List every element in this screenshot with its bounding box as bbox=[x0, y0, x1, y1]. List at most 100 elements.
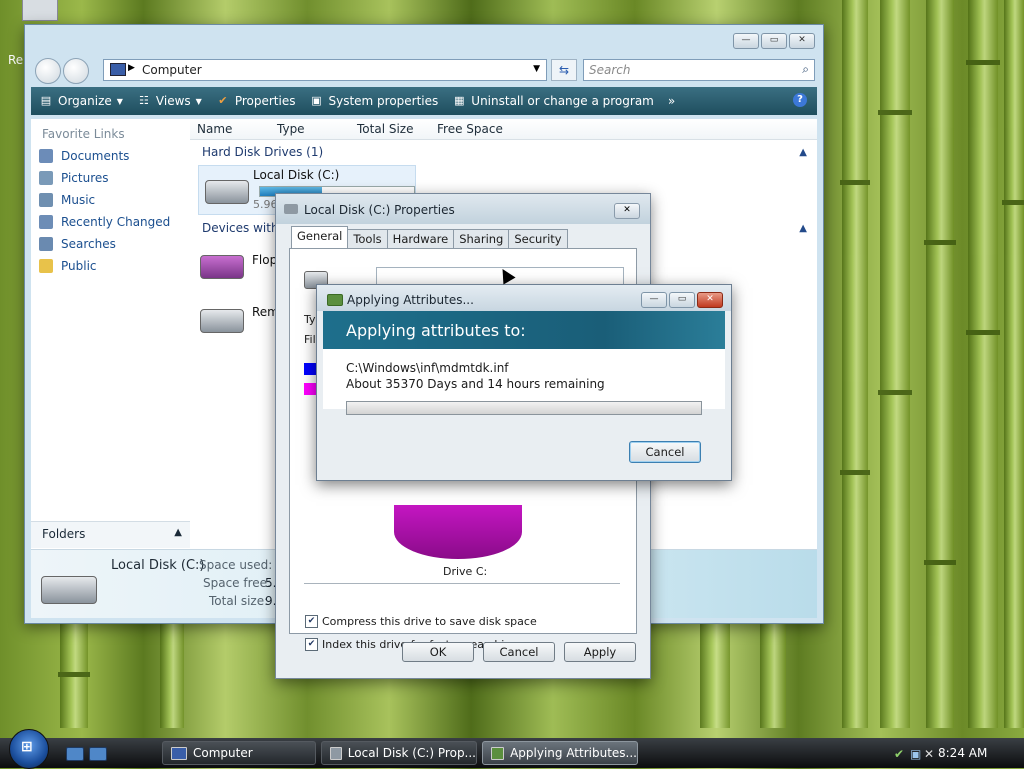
searches-icon bbox=[39, 237, 53, 251]
collapse-icon[interactable]: ▲ bbox=[799, 223, 807, 234]
security-icon[interactable]: ✔ bbox=[894, 747, 904, 761]
uninstall-label: Uninstall or change a program bbox=[471, 94, 654, 108]
window-controls: — ▭ ✕ bbox=[733, 33, 815, 49]
collapse-icon[interactable]: ▲ bbox=[799, 147, 807, 158]
nav-item-music[interactable]: Music bbox=[39, 193, 95, 207]
nav-item-searches[interactable]: Searches bbox=[39, 237, 116, 251]
command-bar: ▤ Organize ▼ ☷ Views ▼ ✔ Properties ▣ Sy… bbox=[31, 87, 817, 115]
applying-body: C:\Windows\inf\mdmtdk.inf About 35370 Da… bbox=[323, 349, 725, 415]
properties-button[interactable]: ✔ Properties bbox=[216, 94, 296, 108]
hard-drive-icon bbox=[41, 576, 97, 604]
refresh-icon[interactable]: ⇆ bbox=[551, 59, 577, 81]
taskbar-item-applying[interactable]: Applying Attributes... bbox=[482, 741, 638, 765]
forward-button[interactable] bbox=[63, 58, 89, 84]
properties-title: Local Disk (C:) Properties bbox=[304, 203, 455, 217]
system-properties-button[interactable]: ▣ System properties bbox=[309, 94, 438, 108]
column-name[interactable]: Name bbox=[197, 122, 232, 136]
minimize-button[interactable]: — bbox=[641, 292, 667, 308]
folders-toggle[interactable]: Folders ▲ bbox=[31, 521, 190, 548]
cancel-button[interactable]: Cancel bbox=[629, 441, 701, 463]
checkbox-checked-icon[interactable]: ✔ bbox=[305, 615, 318, 628]
used-space-swatch bbox=[304, 363, 316, 375]
views-label: Views bbox=[155, 94, 191, 108]
search-icon[interactable]: ⌕ bbox=[802, 62, 809, 77]
back-button[interactable] bbox=[35, 58, 61, 84]
computer-icon bbox=[110, 63, 126, 76]
local-disk-label: Local Disk (C:) bbox=[253, 168, 340, 182]
network-icon[interactable]: ▣ bbox=[910, 747, 921, 761]
chevron-up-icon[interactable]: ▲ bbox=[174, 527, 182, 538]
properties-titlebar[interactable]: Local Disk (C:) Properties ✕ bbox=[276, 194, 650, 224]
taskbar-item-computer[interactable]: Computer bbox=[162, 741, 316, 765]
floppy-drive-item[interactable] bbox=[200, 247, 244, 281]
close-button[interactable]: ✕ bbox=[614, 203, 640, 219]
total-size-label: Total size: bbox=[209, 594, 269, 608]
compress-checkbox[interactable]: ✔ Compress this drive to save disk space bbox=[305, 615, 537, 628]
computer-icon bbox=[171, 746, 187, 760]
applying-titlebar[interactable]: Applying Attributes... — ▭ ✕ bbox=[317, 285, 731, 311]
recycle-bin-icon[interactable] bbox=[22, 0, 58, 21]
documents-icon bbox=[39, 149, 53, 163]
apply-button[interactable]: Apply bbox=[564, 642, 636, 662]
nav-item-label: Recently Changed bbox=[61, 215, 171, 229]
nav-item-recently-changed[interactable]: Recently Changed bbox=[39, 215, 170, 229]
more-commands-button[interactable]: » bbox=[668, 94, 675, 108]
minimize-button[interactable]: — bbox=[733, 33, 759, 49]
column-headers: Name Type Total Size Free Space bbox=[190, 119, 817, 140]
checkbox-checked-icon[interactable]: ✔ bbox=[305, 638, 318, 651]
address-text: Computer bbox=[142, 63, 202, 77]
views-button[interactable]: ☷ Views ▼ bbox=[137, 94, 202, 108]
help-icon[interactable]: ? bbox=[793, 93, 807, 107]
cancel-button[interactable]: Cancel bbox=[483, 642, 555, 662]
properties-label: Properties bbox=[234, 94, 296, 108]
uninstall-button[interactable]: ▦ Uninstall or change a program bbox=[452, 94, 654, 108]
applying-attributes-dialog: Applying Attributes... — ▭ ✕ Applying at… bbox=[316, 284, 732, 481]
nav-item-label: Pictures bbox=[61, 171, 109, 185]
pictures-icon bbox=[39, 171, 53, 185]
close-button[interactable]: ✕ bbox=[789, 33, 815, 49]
organize-icon: ▤ bbox=[40, 94, 52, 107]
chevron-down-icon: ▼ bbox=[195, 96, 202, 106]
show-desktop-icon[interactable] bbox=[66, 747, 84, 761]
close-button[interactable]: ✕ bbox=[697, 292, 723, 308]
tab-general[interactable]: General bbox=[291, 226, 349, 250]
volume-muted-icon[interactable]: ✕ bbox=[924, 747, 934, 761]
organize-label: Organize bbox=[58, 94, 112, 108]
free-space-text: 5.96 bbox=[253, 198, 278, 211]
column-type[interactable]: Type bbox=[277, 122, 305, 136]
start-button[interactable]: ⊞ bbox=[9, 729, 49, 769]
nav-item-public[interactable]: Public bbox=[39, 259, 97, 273]
switch-windows-icon[interactable] bbox=[89, 747, 107, 761]
nav-item-label: Documents bbox=[61, 149, 130, 163]
maximize-button[interactable]: ▭ bbox=[669, 292, 695, 308]
address-dropdown-icon[interactable]: ▼ bbox=[533, 64, 540, 74]
search-input[interactable]: Search ⌕ bbox=[583, 59, 815, 81]
applying-banner: Applying attributes to: bbox=[323, 311, 725, 349]
removable-drive-item[interactable] bbox=[200, 305, 244, 335]
more-label: » bbox=[667, 94, 676, 108]
tab-security[interactable]: Security bbox=[508, 229, 568, 250]
space-free-label: Space free: bbox=[203, 576, 272, 590]
organize-button[interactable]: ▤ Organize ▼ bbox=[39, 94, 123, 108]
tab-tools[interactable]: Tools bbox=[347, 229, 388, 250]
breadcrumb-arrow-icon[interactable]: ▶ bbox=[128, 63, 135, 73]
taskbar-item-properties[interactable]: Local Disk (C:) Prop... bbox=[321, 741, 477, 765]
folder-icon bbox=[39, 259, 53, 273]
clock[interactable]: 8:24 AM bbox=[938, 746, 987, 760]
taskbar-item-label: Applying Attributes... bbox=[510, 746, 637, 760]
nav-item-label: Searches bbox=[61, 237, 116, 251]
drive-label: Drive C: bbox=[443, 565, 488, 578]
tab-sharing[interactable]: Sharing bbox=[453, 229, 510, 250]
column-total-size[interactable]: Total Size bbox=[357, 122, 413, 136]
address-bar[interactable]: ▶ Computer ▼ bbox=[103, 59, 547, 81]
nav-item-documents[interactable]: Documents bbox=[39, 149, 129, 163]
applying-heading: Applying attributes to: bbox=[346, 321, 526, 340]
column-free-space[interactable]: Free Space bbox=[437, 122, 503, 136]
ok-button[interactable]: OK bbox=[402, 642, 474, 662]
nav-item-label: Music bbox=[61, 193, 96, 207]
maximize-button[interactable]: ▭ bbox=[761, 33, 787, 49]
tab-hardware[interactable]: Hardware bbox=[386, 229, 455, 250]
drive-icon bbox=[330, 746, 342, 760]
hard-drive-icon bbox=[205, 180, 249, 204]
nav-item-pictures[interactable]: Pictures bbox=[39, 171, 109, 185]
